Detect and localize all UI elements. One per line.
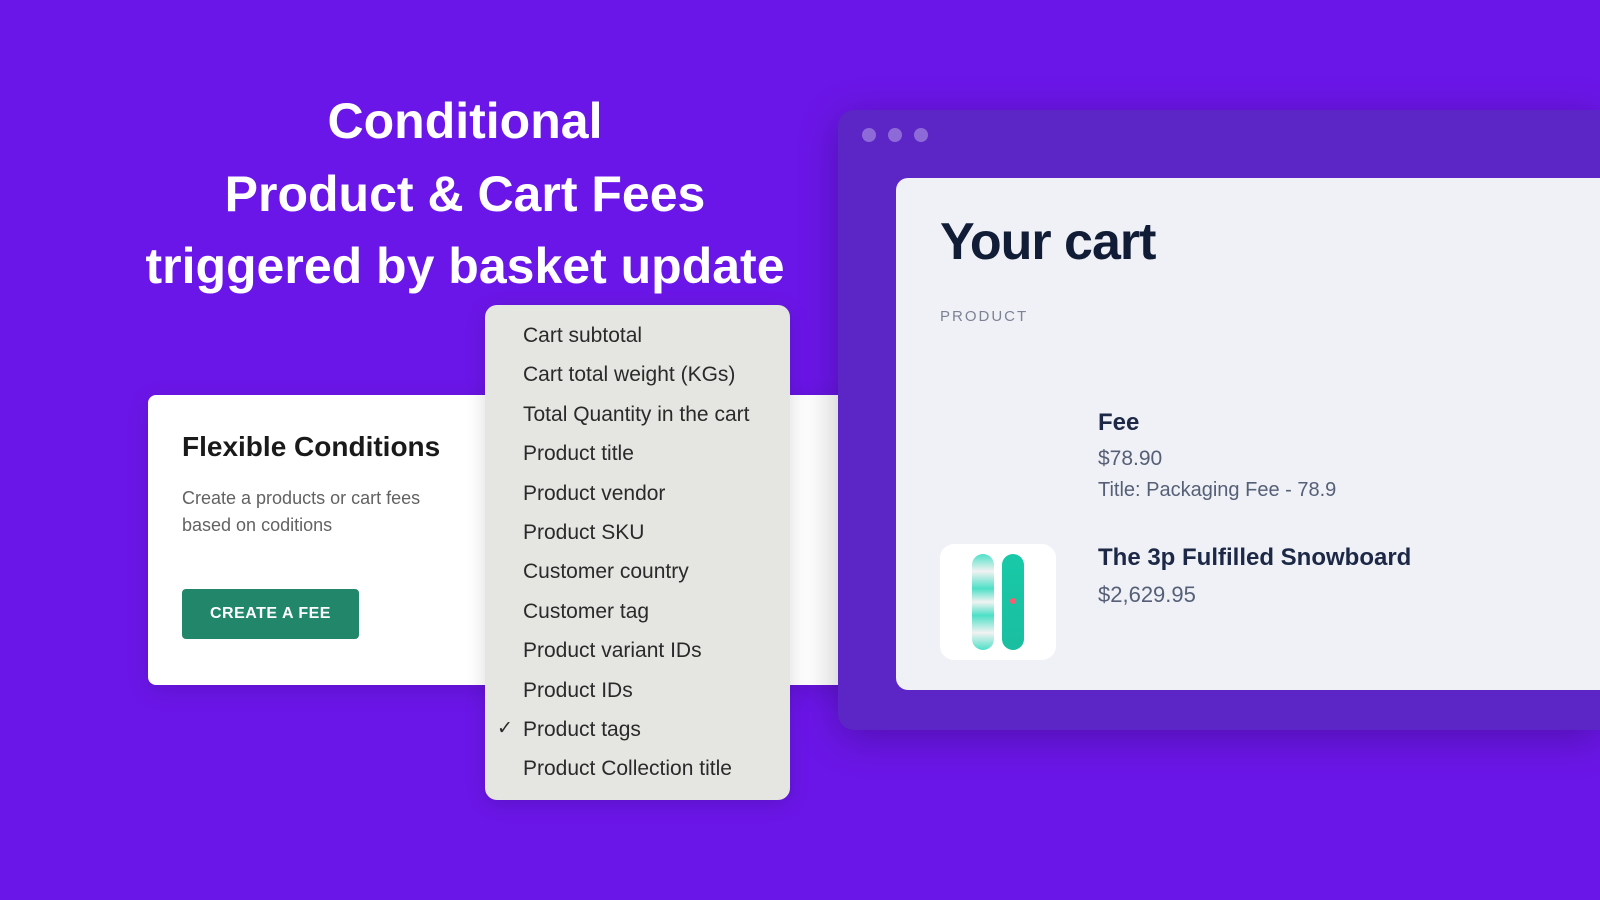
dropdown-option-label: Product Collection title (523, 757, 732, 780)
dropdown-option-label: Cart subtotal (523, 324, 642, 347)
product-price: $2,629.95 (1098, 582, 1411, 608)
dropdown-option-label: Customer country (523, 560, 689, 583)
product-thumbnail (940, 544, 1056, 660)
product-column-label: PRODUCT (940, 308, 1556, 325)
product-name: The 3p Fulfilled Snowboard (1098, 544, 1411, 572)
dropdown-option[interactable]: Product title (485, 434, 790, 473)
product-line-item: The 3p Fulfilled Snowboard $2,629.95 (940, 544, 1556, 660)
dropdown-option-label: Cart total weight (KGs) (523, 363, 735, 386)
check-icon: ✓ (497, 716, 513, 743)
dropdown-option[interactable]: Product Collection title (485, 749, 790, 788)
window-titlebar (838, 110, 1600, 160)
conditions-description: Create a products or cart fees based on … (182, 485, 462, 539)
headline-line-1: Conditional (75, 85, 855, 158)
dropdown-option[interactable]: Customer tag (485, 592, 790, 631)
dropdown-option[interactable]: Product IDs (485, 671, 790, 710)
fee-line-item: Fee $78.90 Title: Packaging Fee - 78.9 (1098, 409, 1556, 502)
headline-line-3: triggered by basket update (75, 230, 855, 303)
dropdown-option[interactable]: ✓ Product tags (485, 710, 790, 749)
snowboard-icon (1002, 554, 1024, 650)
dropdown-option-label: Product variant IDs (523, 639, 702, 662)
dropdown-option[interactable]: Total Quantity in the cart (485, 395, 790, 434)
headline-line-2: Product & Cart Fees (75, 158, 855, 231)
fee-title: Fee (1098, 409, 1556, 437)
window-dot-icon (914, 128, 928, 142)
product-info: The 3p Fulfilled Snowboard $2,629.95 (1098, 544, 1411, 608)
dropdown-option-label: Product tags (523, 718, 641, 741)
window-dot-icon (888, 128, 902, 142)
dropdown-option-label: Product IDs (523, 679, 633, 702)
fee-subtitle: Title: Packaging Fee - 78.9 (1098, 479, 1556, 502)
fee-price: $78.90 (1098, 447, 1556, 471)
dropdown-option[interactable]: Product variant IDs (485, 631, 790, 670)
dropdown-option-label: Product title (523, 442, 634, 465)
dropdown-option[interactable]: Product SKU (485, 513, 790, 552)
cart-heading: Your cart (940, 212, 1556, 272)
snowboard-icon (972, 554, 994, 650)
dropdown-option[interactable]: Customer country (485, 552, 790, 591)
dropdown-option-label: Customer tag (523, 600, 649, 623)
window-dot-icon (862, 128, 876, 142)
hero-headline: Conditional Product & Cart Fees triggere… (75, 85, 855, 303)
dropdown-option[interactable]: Cart subtotal (485, 316, 790, 355)
browser-window: Your cart PRODUCT Fee $78.90 Title: Pack… (838, 110, 1600, 730)
dropdown-option-label: Total Quantity in the cart (523, 403, 749, 426)
condition-type-dropdown[interactable]: Cart subtotal Cart total weight (KGs) Tota… (485, 305, 790, 800)
dropdown-option-label: Product vendor (523, 482, 665, 505)
dropdown-option[interactable]: Cart total weight (KGs) (485, 355, 790, 394)
create-fee-button[interactable]: CREATE A FEE (182, 589, 359, 639)
cart-panel: Your cart PRODUCT Fee $78.90 Title: Pack… (896, 178, 1600, 690)
dropdown-option-label: Product SKU (523, 521, 644, 544)
dropdown-option[interactable]: Product vendor (485, 474, 790, 513)
